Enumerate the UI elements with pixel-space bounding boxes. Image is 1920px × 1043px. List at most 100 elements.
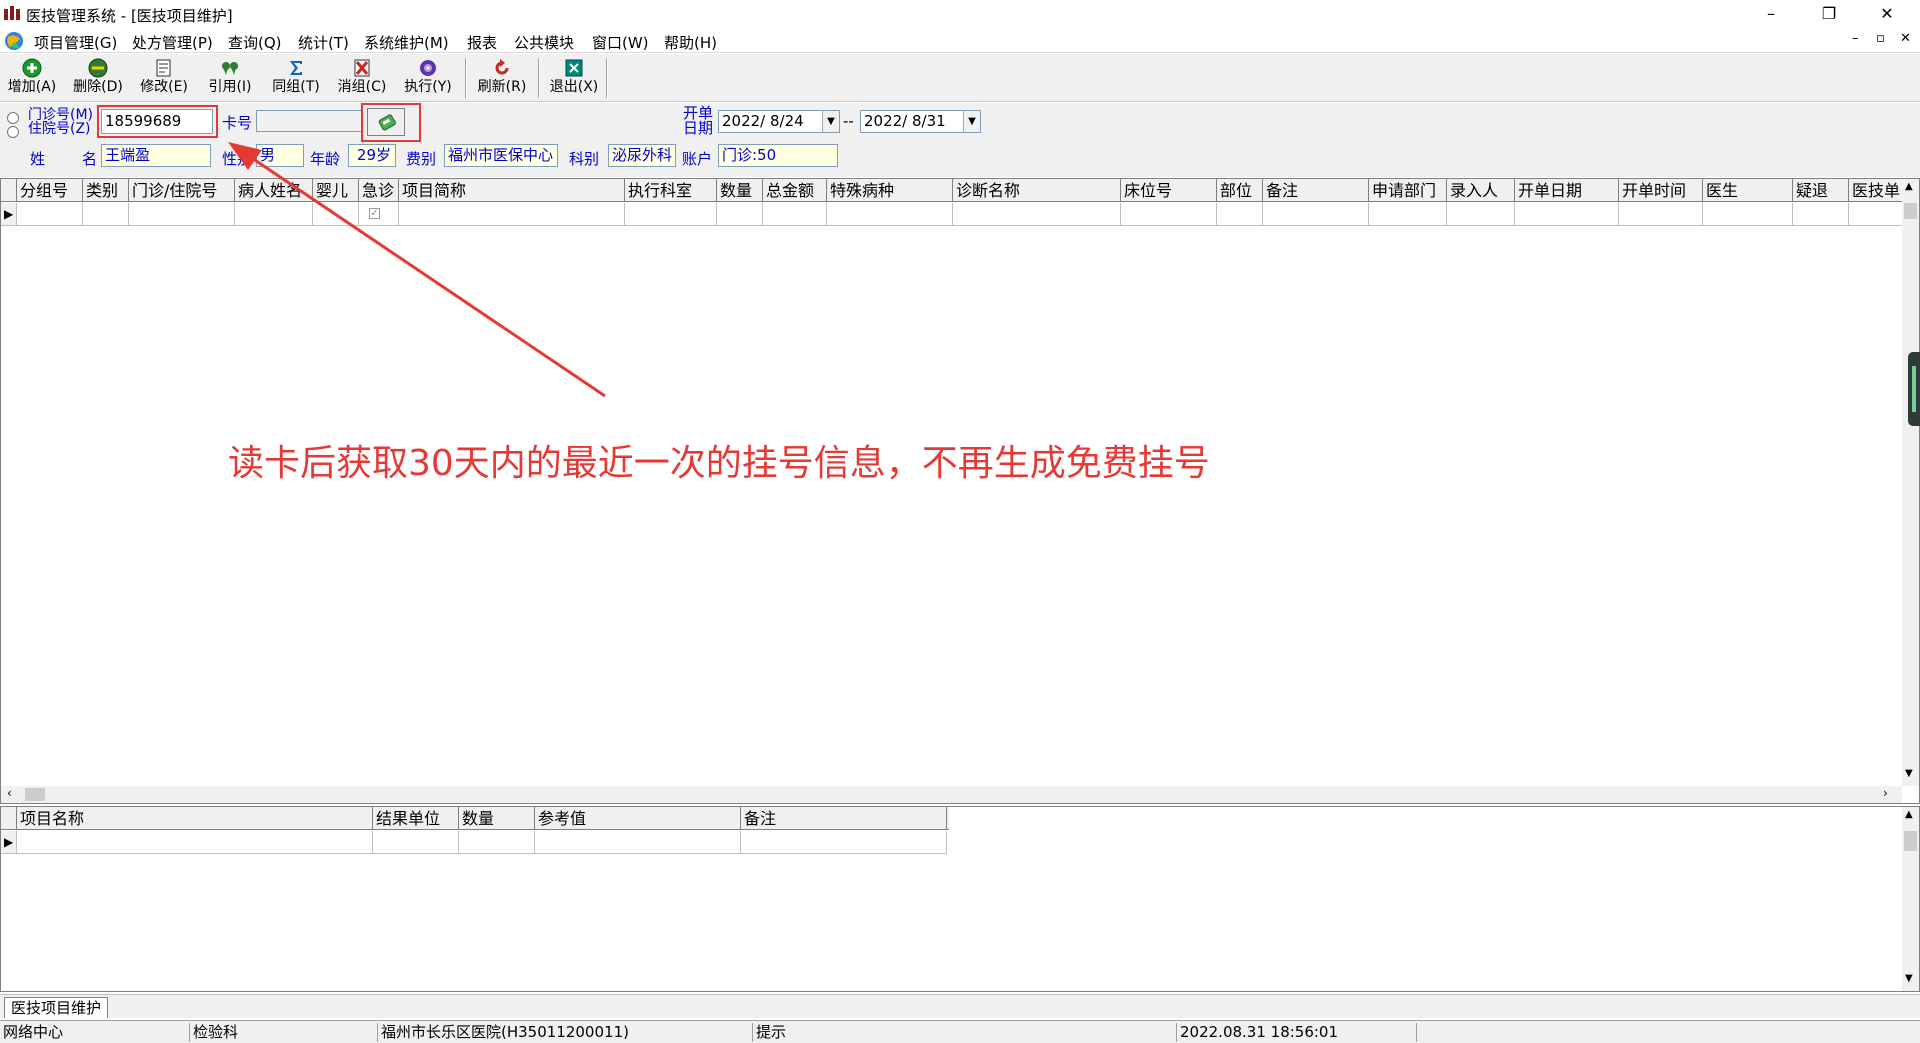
column-header[interactable]: 数量 xyxy=(717,179,763,202)
menu-item-public[interactable]: 公共模块 xyxy=(514,32,574,53)
table-cell[interactable] xyxy=(1793,203,1849,226)
column-header[interactable]: 病人姓名 xyxy=(235,179,313,202)
refresh-button[interactable]: 刷新(R) xyxy=(470,56,534,100)
column-header[interactable]: 部位 xyxy=(1217,179,1263,202)
table-cell[interactable] xyxy=(83,203,129,226)
table-cell[interactable] xyxy=(1703,203,1793,226)
column-header[interactable]: 申请部门 xyxy=(1369,179,1447,202)
table-cell[interactable] xyxy=(129,203,235,226)
table-cell[interactable] xyxy=(1121,203,1217,226)
mdi-minimize-button[interactable]: – xyxy=(1852,31,1859,46)
table-cell[interactable] xyxy=(763,203,827,226)
column-header[interactable]: 项目简称 xyxy=(399,179,625,202)
column-header[interactable]: 医技单 xyxy=(1849,179,1903,202)
table-cell[interactable] xyxy=(827,203,953,226)
date-to-picker[interactable]: 2022/ 8/31 ▼ xyxy=(860,110,981,133)
column-header[interactable]: 备注 xyxy=(741,807,947,830)
column-header[interactable]: 开单日期 xyxy=(1515,179,1619,202)
column-header[interactable]: 结果单位 xyxy=(373,807,459,830)
table-cell[interactable] xyxy=(1619,203,1703,226)
table-cell[interactable] xyxy=(1849,203,1903,226)
execute-button[interactable]: 执行(Y) xyxy=(396,56,460,100)
table-cell[interactable] xyxy=(17,831,373,854)
scroll-thumb[interactable] xyxy=(1904,831,1917,851)
chevron-up-icon[interactable]: ▲ xyxy=(1905,181,1913,192)
chevron-left-icon[interactable]: ‹ xyxy=(7,786,12,800)
column-header[interactable]: 项目名称 xyxy=(17,807,373,830)
row-pointer-icon[interactable]: ▶ xyxy=(1,831,17,854)
column-header[interactable]: 门诊/住院号 xyxy=(129,179,235,202)
column-header[interactable]: 床位号 xyxy=(1121,179,1217,202)
menu-item-statistics[interactable]: 统计(T) xyxy=(298,32,349,53)
table-cell[interactable]: ✓ xyxy=(359,203,399,226)
column-header[interactable]: 疑退 xyxy=(1793,179,1849,202)
main-vertical-scrollbar[interactable]: ▲ ▼ xyxy=(1902,179,1919,786)
table-cell[interactable] xyxy=(717,203,763,226)
table-cell[interactable] xyxy=(1369,203,1447,226)
row-pointer-icon[interactable]: ▶ xyxy=(1,203,17,226)
chevron-down-icon[interactable]: ▼ xyxy=(1905,973,1913,984)
menu-item-help[interactable]: 帮助(H) xyxy=(664,32,717,53)
tab-item-maintenance[interactable]: 医技项目维护 xyxy=(4,997,109,1018)
cancel-group-button[interactable]: 消组(C) xyxy=(330,56,394,100)
table-row[interactable]: ▶ ✓ xyxy=(1,203,1903,226)
chevron-down-icon[interactable]: ▼ xyxy=(822,111,839,132)
outpatient-radio[interactable] xyxy=(7,112,19,124)
column-header[interactable]: 录入人 xyxy=(1447,179,1515,202)
column-header[interactable]: 总金额 xyxy=(763,179,827,202)
table-cell[interactable] xyxy=(313,203,359,226)
same-group-button[interactable]: 同组(T) xyxy=(264,56,328,100)
minimize-button[interactable]: – xyxy=(1748,0,1794,28)
table-cell[interactable] xyxy=(1263,203,1369,226)
menu-item-system[interactable]: 系统维护(M) xyxy=(364,32,449,53)
column-header[interactable]: 备注 xyxy=(1263,179,1369,202)
column-header[interactable]: 婴儿 xyxy=(313,179,359,202)
table-cell[interactable] xyxy=(1217,203,1263,226)
restore-button[interactable]: ❐ xyxy=(1806,0,1852,28)
menu-item-query[interactable]: 查询(Q) xyxy=(228,32,282,53)
table-cell[interactable] xyxy=(399,203,625,226)
menu-item-project[interactable]: 项目管理(G) xyxy=(34,32,117,53)
inpatient-radio[interactable] xyxy=(7,126,19,138)
table-cell[interactable] xyxy=(17,203,83,226)
column-header[interactable]: 类别 xyxy=(83,179,129,202)
column-header[interactable]: 急诊 xyxy=(359,179,399,202)
chevron-down-icon[interactable]: ▼ xyxy=(963,111,980,132)
column-header[interactable]: 开单时间 xyxy=(1619,179,1703,202)
chevron-up-icon[interactable]: ▲ xyxy=(1905,809,1913,820)
detail-grid[interactable]: 项目名称 结果单位 数量 参考值 备注 ▶ ▲ ▼ xyxy=(0,806,1920,992)
emergency-checkbox[interactable]: ✓ xyxy=(369,208,380,219)
add-button[interactable]: 增加(A) xyxy=(0,56,64,100)
table-cell[interactable] xyxy=(741,831,947,854)
column-header[interactable]: 特殊病种 xyxy=(827,179,953,202)
chevron-down-icon[interactable]: ▼ xyxy=(1905,768,1913,779)
table-cell[interactable] xyxy=(953,203,1121,226)
menu-item-prescription[interactable]: 处方管理(P) xyxy=(132,32,213,53)
table-cell[interactable] xyxy=(459,831,535,854)
table-cell[interactable] xyxy=(1515,203,1619,226)
mdi-close-button[interactable]: ✕ xyxy=(1900,31,1911,46)
column-header[interactable]: 诊断名称 xyxy=(953,179,1121,202)
scroll-thumb[interactable] xyxy=(25,788,45,801)
menu-item-window[interactable]: 窗口(W) xyxy=(592,32,649,53)
column-header[interactable]: 医生 xyxy=(1703,179,1793,202)
quote-button[interactable]: 引用(I) xyxy=(198,56,262,100)
exit-button[interactable]: 退出(X) xyxy=(542,56,606,100)
menu-item-report[interactable]: 报表 xyxy=(467,32,497,53)
card-no-input[interactable] xyxy=(256,110,362,132)
table-cell[interactable] xyxy=(373,831,459,854)
table-cell[interactable] xyxy=(625,203,717,226)
table-cell[interactable] xyxy=(235,203,313,226)
side-panel-handle[interactable] xyxy=(1908,352,1920,426)
main-horizontal-scrollbar[interactable]: ‹ › xyxy=(1,786,1902,803)
column-header[interactable]: 分组号 xyxy=(17,179,83,202)
table-row[interactable]: ▶ xyxy=(1,831,949,854)
chevron-right-icon[interactable]: › xyxy=(1883,786,1888,800)
close-button[interactable]: ✕ xyxy=(1864,0,1910,28)
column-header[interactable]: 执行科室 xyxy=(625,179,717,202)
table-cell[interactable] xyxy=(1447,203,1515,226)
edit-button[interactable]: 修改(E) xyxy=(132,56,196,100)
column-header[interactable]: 数量 xyxy=(459,807,535,830)
mdi-restore-button[interactable]: ▫ xyxy=(1876,31,1885,46)
main-grid[interactable]: 分组号 类别 门诊/住院号 病人姓名 婴儿 急诊 项目简称 执行科室 数量 总金额 特殊病种 诊断名称… xyxy=(0,178,1920,804)
